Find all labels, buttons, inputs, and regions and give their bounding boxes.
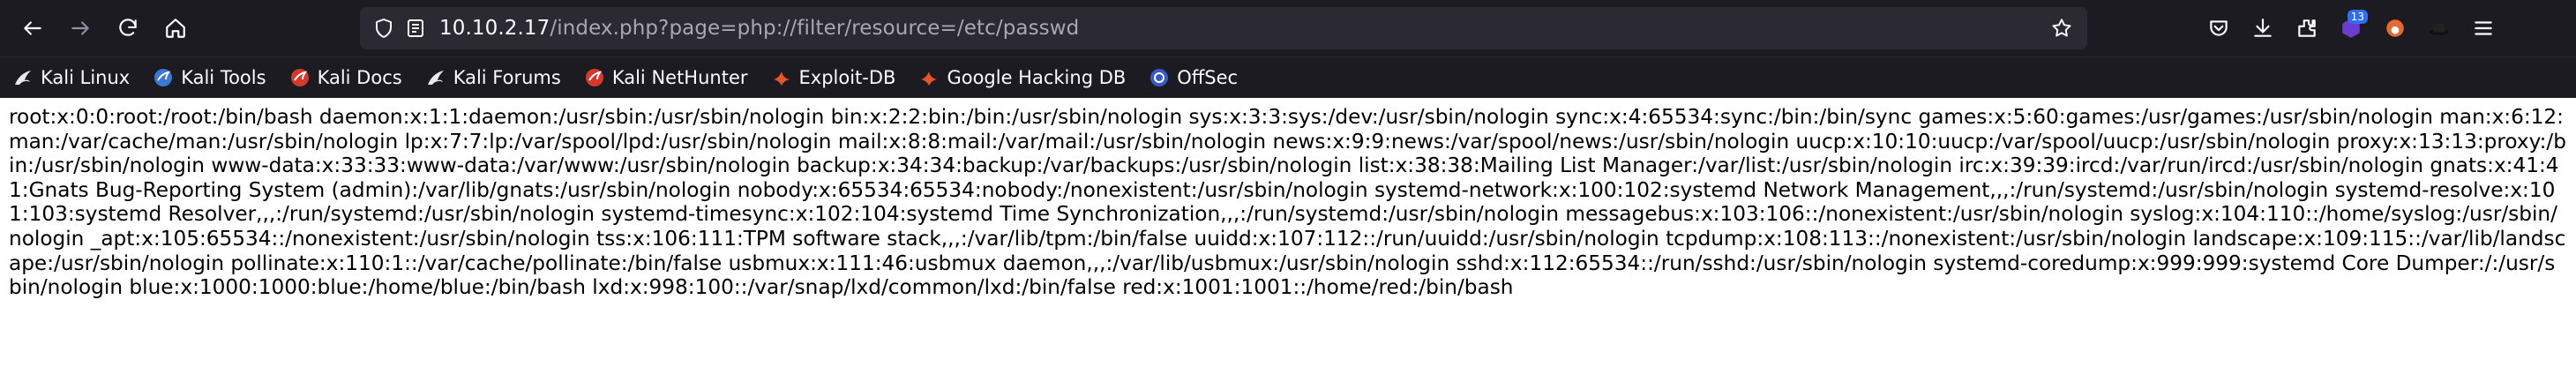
bookmark-kali-docs[interactable]: Kali Docs xyxy=(289,67,402,88)
arrow-left-icon xyxy=(24,21,41,35)
bookmark-label: OffSec xyxy=(1177,67,1239,88)
downloads-button[interactable] xyxy=(2241,4,2285,52)
url-path: /index.php?page=php://filter/resource=/e… xyxy=(550,17,1080,40)
bookmark-kali-nethunter[interactable]: Kali NetHunter xyxy=(584,67,748,88)
menu-icon xyxy=(2475,21,2492,35)
arrow-right-icon xyxy=(71,21,89,35)
fox-icon xyxy=(2386,19,2404,37)
kali-tools-icon xyxy=(153,67,174,88)
kali-dragon-icon xyxy=(12,67,34,88)
toolbar-right-icons: 13 xyxy=(2197,0,2505,56)
shield-icon[interactable] xyxy=(372,17,395,40)
bookmark-label: Kali Docs xyxy=(317,67,402,88)
forward-button[interactable] xyxy=(56,4,104,52)
download-icon xyxy=(2254,19,2272,37)
back-button[interactable] xyxy=(9,4,56,52)
bookmark-label: Kali Tools xyxy=(181,67,266,88)
navigation-toolbar: 10.10.2.17/index.php?page=php://filter/r… xyxy=(0,0,2576,56)
pocket-button[interactable] xyxy=(2197,4,2241,52)
bookmark-google-hacking-db[interactable]: Google Hacking DB xyxy=(918,67,1126,88)
home-button[interactable] xyxy=(152,4,199,52)
kali-docs-icon xyxy=(289,67,311,88)
app-menu-button[interactable] xyxy=(2461,4,2505,52)
url-text[interactable]: 10.10.2.17/index.php?page=php://filter/r… xyxy=(439,17,1079,40)
offsec-icon xyxy=(1149,67,1170,88)
hat-icon xyxy=(2430,23,2449,35)
bookmark-label: Exploit-DB xyxy=(798,67,896,88)
extension-hat-button[interactable] xyxy=(2417,4,2461,52)
reload-button[interactable] xyxy=(104,4,152,52)
bookmark-label: Google Hacking DB xyxy=(947,67,1127,88)
page-content: root:x:0:0:root:/root:/bin/bash daemon:x… xyxy=(9,105,2566,300)
bookmark-exploit-db[interactable]: Exploit-DB xyxy=(771,67,896,88)
bookmark-offsec[interactable]: OffSec xyxy=(1149,67,1238,88)
extension-ublock-button[interactable]: 13 xyxy=(2329,4,2373,52)
home-icon xyxy=(166,19,185,38)
bookmarks-toolbar: Kali Linux Kali Tools Kali Docs Kali For… xyxy=(0,56,2576,98)
exploit-db-icon xyxy=(771,67,792,88)
extension-count-badge: 13 xyxy=(2347,10,2368,24)
url-bar[interactable]: 10.10.2.17/index.php?page=php://filter/r… xyxy=(360,7,2087,49)
url-host: 10.10.2.17 xyxy=(439,17,550,40)
extension-foxyproxy-button[interactable] xyxy=(2373,4,2417,52)
star-icon[interactable] xyxy=(2050,17,2073,43)
kali-dragon-icon xyxy=(425,67,446,88)
page-info-icon[interactable] xyxy=(404,17,427,40)
bookmark-label: Kali Linux xyxy=(41,67,131,88)
bookmark-label: Kali Forums xyxy=(453,67,561,88)
bookmark-kali-linux[interactable]: Kali Linux xyxy=(12,67,130,88)
bookmark-label: Kali NetHunter xyxy=(611,67,748,88)
reload-icon xyxy=(119,19,137,36)
kali-nethunter-icon xyxy=(584,67,605,88)
extensions-button[interactable] xyxy=(2285,4,2329,52)
bookmark-kali-tools[interactable]: Kali Tools xyxy=(153,67,266,88)
pocket-icon xyxy=(2210,20,2228,36)
extensions-icon xyxy=(2298,19,2316,37)
exploit-db-icon xyxy=(918,67,940,88)
bookmark-kali-forums[interactable]: Kali Forums xyxy=(425,67,561,88)
